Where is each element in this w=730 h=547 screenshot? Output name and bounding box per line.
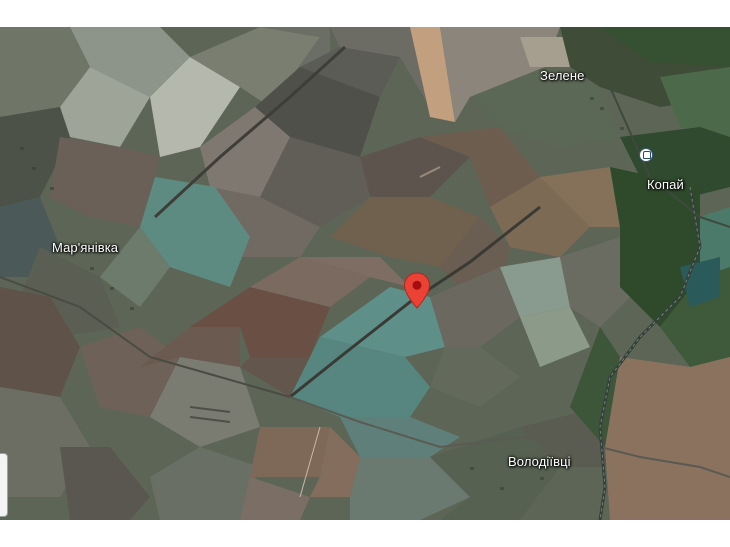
place-label-volodiivtsi[interactable]: Володіївці (508, 454, 571, 469)
satellite-imagery (0, 27, 730, 520)
place-label-marianivka[interactable]: Мар'янівка (52, 240, 118, 255)
satellite-map[interactable]: Зелене Копай Мар'янівка Володіївці (0, 27, 730, 520)
train-station-icon[interactable] (639, 148, 653, 162)
page: Зелене Копай Мар'янівка Володіївці (0, 0, 730, 547)
place-label-kopai[interactable]: Копай (647, 177, 684, 192)
map-side-panel-toggle[interactable] (0, 453, 8, 517)
location-pin-icon[interactable] (403, 272, 431, 310)
place-label-zelene[interactable]: Зелене (540, 68, 584, 83)
